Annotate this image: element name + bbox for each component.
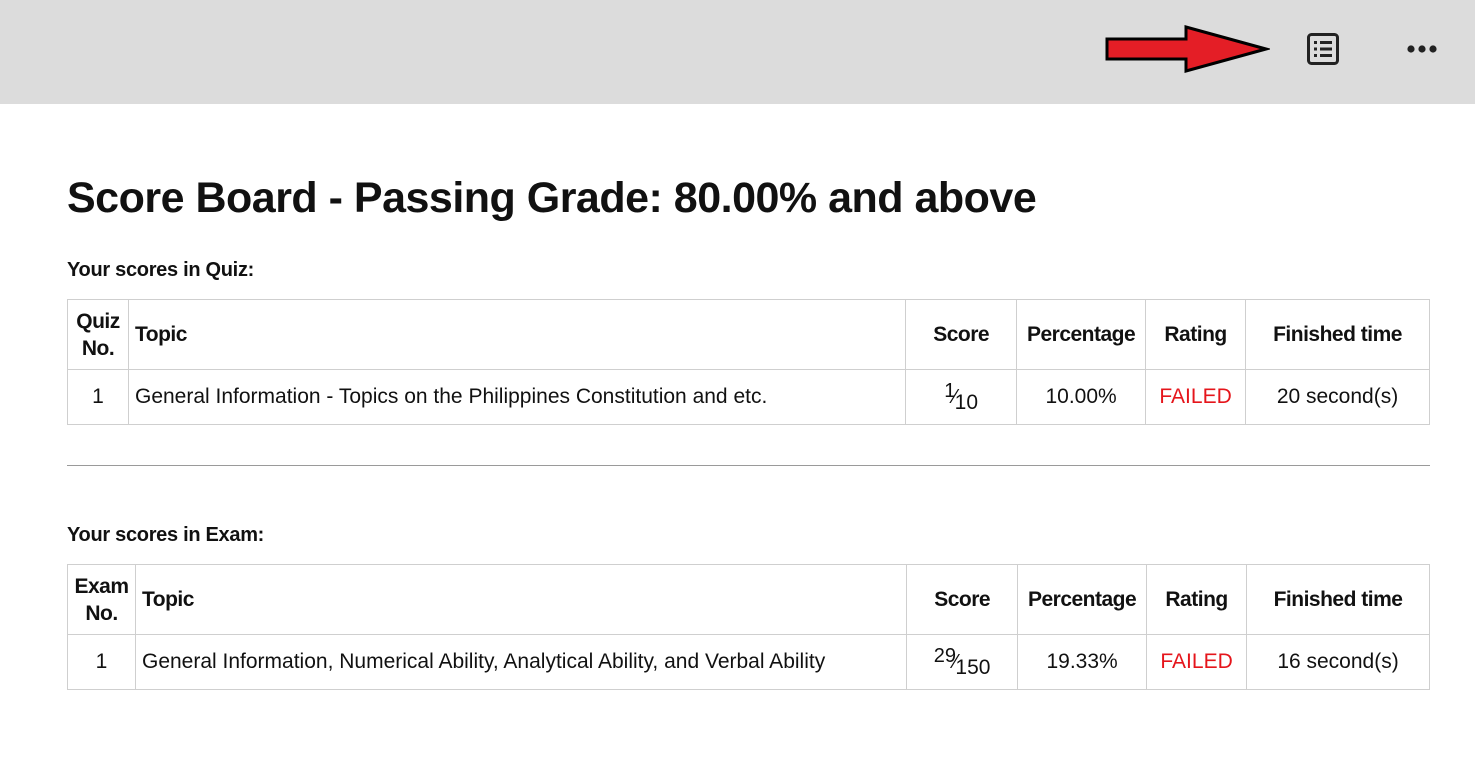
header-topic: Topic: [127, 299, 907, 370]
table-header-row: Quiz No. Topic Score Percentage Rating Fi…: [67, 299, 1430, 370]
cell-exam-no: 1: [67, 634, 136, 690]
cell-score: 1⁄10: [905, 369, 1018, 425]
quiz-section-label: Your scores in Quiz:: [67, 259, 254, 281]
table-row: 1 General Information - Topics on the Ph…: [67, 369, 1430, 425]
exam-scores-table: Exam No. Topic Score Percentage Rating Fi…: [67, 564, 1430, 690]
more-horizontal-icon: [1407, 45, 1437, 53]
cell-topic: General Information, Numerical Ability, …: [134, 634, 908, 690]
header-topic: Topic: [134, 564, 908, 635]
page-title: Score Board - Passing Grade: 80.00% and …: [67, 174, 1037, 222]
cell-percentage: 19.33%: [1017, 634, 1148, 690]
section-divider: [67, 465, 1430, 466]
cell-finished-time: 20 second(s): [1245, 369, 1430, 425]
header-rating: Rating: [1145, 299, 1247, 370]
cell-finished-time: 16 second(s): [1246, 634, 1430, 690]
cell-quiz-no: 1: [67, 369, 129, 425]
red-arrow-annotation: [1105, 25, 1270, 73]
table-header-row: Exam No. Topic Score Percentage Rating Fi…: [67, 564, 1430, 635]
more-options-button[interactable]: [1401, 28, 1443, 70]
header-percentage: Percentage: [1016, 299, 1147, 370]
header-finished-time: Finished time: [1245, 299, 1430, 370]
cell-rating: FAILED: [1146, 634, 1248, 690]
cell-percentage: 10.00%: [1016, 369, 1147, 425]
header-percentage: Percentage: [1017, 564, 1148, 635]
header-score: Score: [905, 299, 1018, 370]
header-finished-time: Finished time: [1246, 564, 1430, 635]
header-score: Score: [906, 564, 1019, 635]
quiz-scores-table: Quiz No. Topic Score Percentage Rating Fi…: [67, 299, 1430, 425]
cell-score: 29⁄150: [906, 634, 1019, 690]
table-row: 1 General Information, Numerical Ability…: [67, 634, 1430, 690]
top-toolbar: [0, 0, 1475, 104]
list-icon: [1307, 33, 1339, 65]
list-view-button[interactable]: [1302, 28, 1344, 70]
header-exam-no: Exam No.: [67, 564, 136, 635]
cell-rating: FAILED: [1145, 369, 1247, 425]
header-rating: Rating: [1146, 564, 1248, 635]
header-quiz-no: Quiz No.: [67, 299, 129, 370]
cell-topic: General Information - Topics on the Phil…: [127, 369, 907, 425]
exam-section-label: Your scores in Exam:: [67, 524, 265, 546]
